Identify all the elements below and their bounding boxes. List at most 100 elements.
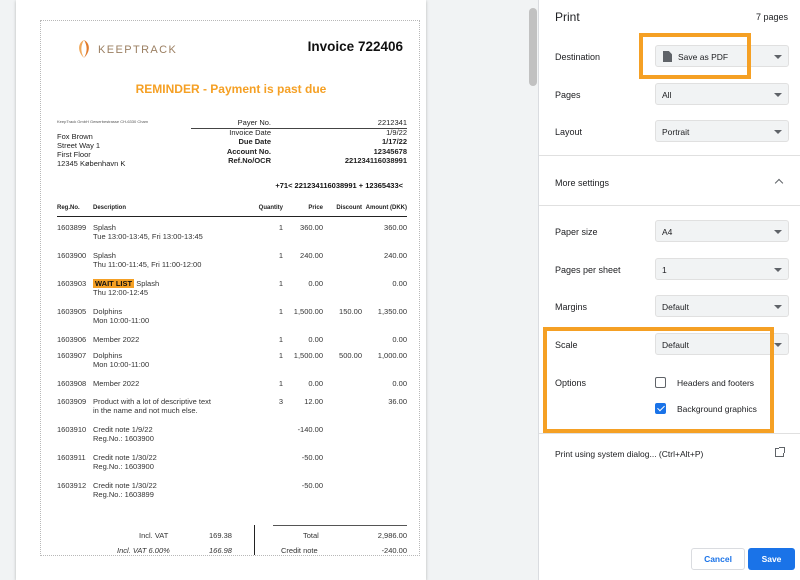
pages-per-sheet-select[interactable]: 1 bbox=[655, 258, 789, 280]
item-name: Credit note 1/30/22 bbox=[93, 453, 157, 462]
item-name: Credit note 1/9/22 bbox=[93, 425, 153, 434]
pdf-file-icon bbox=[663, 51, 672, 62]
paper-size-label: Paper size bbox=[555, 227, 598, 237]
scrollbar-thumb[interactable] bbox=[529, 8, 537, 86]
cell-description: Credit note 1/30/22 Reg.No.: 1603899 bbox=[93, 481, 243, 499]
chevron-down-icon bbox=[774, 230, 782, 234]
system-dialog-link[interactable]: Print using system dialog... (Ctrl+Alt+P… bbox=[555, 449, 703, 459]
margins-label: Margins bbox=[555, 302, 588, 312]
item-subtext: in the name and not much else. bbox=[93, 406, 198, 415]
item-subtext: Mon 10:00-11:00 bbox=[93, 360, 150, 369]
meta-value: 12345678 bbox=[373, 146, 407, 156]
chevron-down-icon bbox=[774, 93, 782, 97]
preview-scrollbar[interactable] bbox=[528, 0, 538, 580]
headers-footers-label[interactable]: Headers and footers bbox=[677, 378, 754, 388]
pages-per-sheet-label: Pages per sheet bbox=[555, 265, 621, 275]
cell-description: Product with a lot of descriptive text in… bbox=[93, 397, 243, 415]
cell-amount: 36.00 bbox=[388, 397, 407, 406]
col-desc: Description bbox=[93, 205, 127, 211]
cell-amount: 1,350.00 bbox=[377, 307, 407, 316]
cell-qty: 1 bbox=[278, 335, 283, 344]
ocr-line: +71< 221234116038991 + 12365433< bbox=[275, 181, 403, 190]
item-name: Dolphins bbox=[93, 307, 123, 316]
margins-select[interactable]: Default bbox=[655, 295, 789, 317]
meta-value: 2212341 bbox=[377, 118, 407, 127]
wait-list-badge: WAIT LIST bbox=[93, 279, 135, 288]
item-name: Splash bbox=[136, 279, 160, 288]
cell-price: 0.00 bbox=[308, 335, 323, 344]
destination-label: Destination bbox=[555, 52, 601, 62]
item-name: Product with a lot of descriptive text bbox=[93, 397, 211, 406]
cell-qty: 1 bbox=[278, 279, 283, 288]
invoice-meta: Payer No. 2212341 Invoice Date 1/9/22 Due … bbox=[191, 118, 407, 166]
cell-qty: 1 bbox=[278, 251, 283, 260]
cell-reg: 1603912 bbox=[57, 481, 87, 490]
cell-reg: 1603903 bbox=[57, 279, 87, 288]
item-name: Splash bbox=[93, 251, 116, 260]
cell-qty: 3 bbox=[278, 397, 283, 406]
item-subtext: Reg.No.: 1603900 bbox=[93, 434, 154, 443]
destination-value: Save as PDF bbox=[678, 52, 729, 62]
item-name: Member 2022 bbox=[93, 335, 140, 344]
totals-line bbox=[273, 525, 407, 526]
item-name: Credit note 1/30/22 bbox=[93, 481, 157, 490]
incl-vat-pct-value: 166.98 bbox=[209, 546, 232, 555]
cell-qty: 1 bbox=[278, 351, 283, 360]
total-label: Total bbox=[303, 531, 319, 540]
cell-description: Splash Tue 13:00-13:45, Fri 13:00-13:45 bbox=[93, 223, 243, 241]
section-divider bbox=[539, 433, 800, 434]
chevron-down-icon bbox=[774, 305, 782, 309]
cell-discount: 500.00 bbox=[339, 351, 362, 360]
cell-price: -50.00 bbox=[301, 453, 323, 462]
cell-amount: 0.00 bbox=[392, 279, 407, 288]
headers-footers-checkbox[interactable] bbox=[655, 377, 666, 388]
meta-value: 1/17/22 bbox=[381, 137, 407, 146]
item-subtext: Thu 11:00-11:45, Fri 11:00-12:00 bbox=[93, 260, 202, 269]
chevron-down-icon bbox=[774, 55, 782, 59]
cell-qty: 1 bbox=[278, 379, 283, 388]
scale-value: Default bbox=[662, 340, 689, 350]
chevron-up-icon[interactable] bbox=[774, 178, 784, 188]
meta-label: Account No. bbox=[226, 146, 271, 156]
col-reg: Reg.No. bbox=[57, 205, 80, 211]
section-divider bbox=[539, 155, 800, 156]
item-subtext: Tue 13:00-13:45, Fri 13:00-13:45 bbox=[93, 232, 203, 241]
cell-reg: 1603910 bbox=[57, 425, 87, 434]
scale-select[interactable]: Default bbox=[655, 333, 789, 355]
background-graphics-checkbox[interactable] bbox=[655, 403, 666, 414]
print-title: Print bbox=[555, 10, 580, 24]
chevron-down-icon bbox=[774, 268, 782, 272]
paper-size-select[interactable]: A4 bbox=[655, 220, 789, 242]
cell-price: -140.00 bbox=[297, 425, 323, 434]
save-button[interactable]: Save bbox=[748, 548, 795, 570]
recipient-address: Fox Brown Street Way 1 First Floor 12345… bbox=[57, 132, 125, 168]
cell-qty: 1 bbox=[278, 223, 283, 232]
print-preview-area: KEEPTRACK Invoice 722406 REMINDER - Paym… bbox=[0, 0, 528, 580]
cancel-button[interactable]: Cancel bbox=[691, 548, 745, 570]
meta-row-account: Account No. 12345678 bbox=[191, 147, 407, 157]
reminder-banner: REMINDER - Payment is past due bbox=[135, 82, 327, 96]
layout-select[interactable]: Portrait bbox=[655, 120, 789, 142]
address-line: Street Way 1 bbox=[57, 141, 101, 150]
margins-value: Default bbox=[662, 302, 689, 312]
cell-price: 1,500.00 bbox=[293, 307, 323, 316]
open-in-new-icon[interactable] bbox=[775, 447, 785, 457]
item-name: Member 2022 bbox=[93, 379, 140, 388]
background-graphics-label[interactable]: Background graphics bbox=[677, 404, 757, 414]
col-price: Price bbox=[308, 205, 323, 211]
meta-label: Ref.No/OCR bbox=[228, 156, 271, 165]
item-name: Dolphins bbox=[93, 351, 123, 360]
cell-description: Member 2022 bbox=[93, 379, 243, 388]
meta-label: Payer No. bbox=[237, 118, 271, 127]
pages-select[interactable]: All bbox=[655, 83, 789, 105]
chevron-down-icon bbox=[774, 343, 782, 347]
cell-description: Splash Thu 11:00-11:45, Fri 11:00-12:00 bbox=[93, 251, 243, 269]
address-line: Fox Brown bbox=[57, 132, 93, 141]
total-value: 2,986.00 bbox=[377, 531, 407, 540]
cell-reg: 1603905 bbox=[57, 307, 87, 316]
meta-label: Due Date bbox=[238, 137, 271, 146]
col-amount: Amount (DKK) bbox=[365, 205, 407, 211]
more-settings-toggle[interactable]: More settings bbox=[555, 178, 609, 188]
destination-select[interactable]: Save as PDF bbox=[655, 45, 789, 67]
cell-amount: 360.00 bbox=[384, 223, 407, 232]
